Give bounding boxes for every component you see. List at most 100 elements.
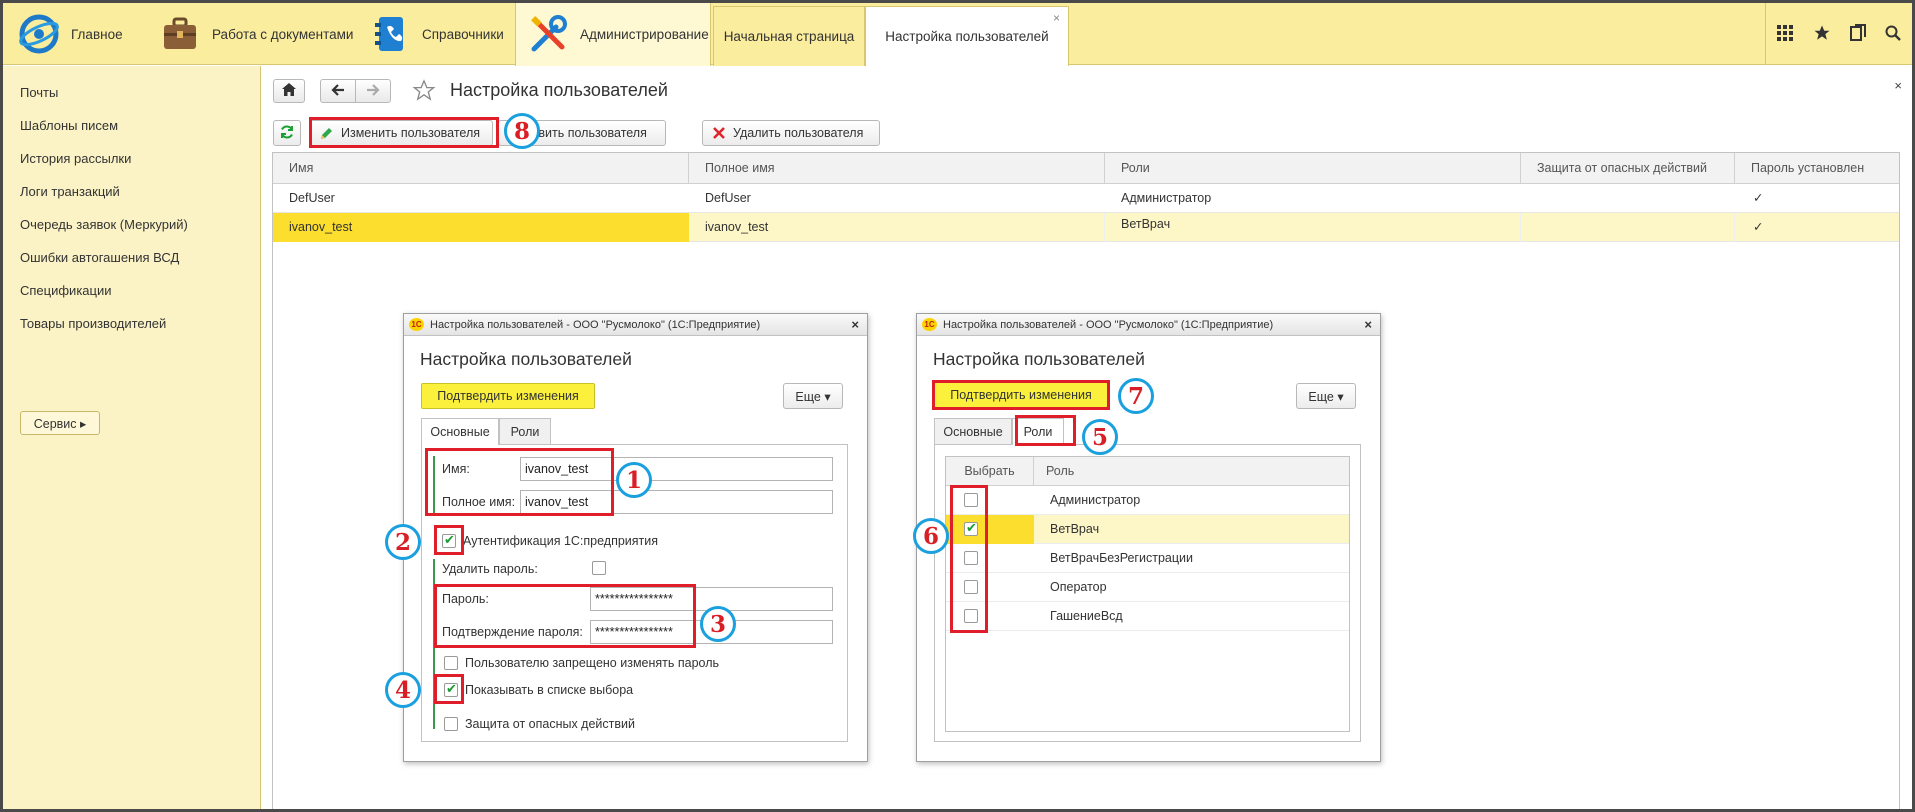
section-main-label: Главное [71,26,123,42]
forward-button[interactable] [355,79,391,103]
history-icon [1850,23,1866,45]
section-references-label: Справочники [422,26,504,42]
column-role[interactable]: Роль [1046,457,1074,486]
delete-cross-icon [713,127,725,139]
section-documents[interactable]: Работа с документами [158,3,353,65]
tab-start-page[interactable]: Начальная страница [713,6,865,66]
tab-close-icon[interactable]: × [1053,11,1060,25]
search-button[interactable] [1874,3,1912,65]
annotation-box-name-fields [425,448,614,516]
role-name: ВетВрачБезРегистрации [1050,551,1193,565]
column-password-set[interactable]: Пароль установлен [1735,153,1901,184]
tab-main[interactable]: Основные [934,418,1012,444]
role-name: ГашениеВсд [1050,609,1123,623]
role-row[interactable]: ВетВрачБезРегистрации [946,544,1349,573]
annotation-box-roles-tab [1015,415,1076,446]
dialog-title: Настройка пользователей [933,349,1145,369]
nav-item-templates[interactable]: Шаблоны писем [20,118,118,133]
column-select[interactable]: Выбрать [946,457,1034,486]
nav-item-mercury-queue[interactable]: Очередь заявок (Меркурий) [20,217,188,232]
tab-main[interactable]: Основные [421,418,499,445]
cell-full-name: ivanov_test [689,213,1105,242]
more-button[interactable]: Еще ▾ [783,383,843,409]
more-button[interactable]: Еще ▾ [1296,383,1356,409]
annotation-badge-8: 8 [504,113,540,149]
role-name: Оператор [1050,580,1107,594]
role-row-selected[interactable]: ВетВрач [946,515,1349,544]
column-protection[interactable]: Защита от опасных действий [1521,153,1735,184]
table-row-selected[interactable]: ivanov_test ivanov_test ВетВрач ✓ [273,213,1899,242]
role-row[interactable]: Администратор [946,486,1349,515]
cell-protection [1521,184,1735,213]
cell-roles: ВетВрач [1105,213,1521,242]
annotation-box-edit-button [309,117,499,148]
cell-full-name: DefUser [705,191,751,205]
table-row[interactable]: DefUser DefUser Администратор ✓ [273,184,1899,213]
delete-user-button[interactable]: Удалить пользователя [702,120,880,146]
tab-roles[interactable]: Роли [499,418,551,444]
section-administration[interactable]: Администрирование [515,3,711,66]
service-menu-button[interactable]: Сервис ▸ [20,411,100,435]
no-change-password-label: Пользователю запрещено изменять пароль [465,656,720,670]
section-references[interactable]: Справочники [368,3,504,65]
dialog-close-icon[interactable]: × [851,317,859,332]
delete-password-checkbox[interactable] [592,561,606,575]
section-main[interactable]: Главное [17,3,123,65]
cell-name: ivanov_test [273,213,689,242]
nav-item-transaction-logs[interactable]: Логи транзакций [20,184,120,199]
refresh-button[interactable] [273,120,301,146]
dialog-titlebar: 1С Настройка пользователей - ООО "Русмол… [917,314,1380,336]
delete-password-label: Удалить пароль: [442,562,538,576]
home-icon [282,83,296,99]
protection-checkbox[interactable] [444,717,458,731]
annotation-box-confirm-button [932,380,1110,410]
user-settings-dialog-main: 1С Настройка пользователей - ООО "Русмол… [403,313,868,762]
annotation-badge-2: 2 [385,524,421,560]
favorites-button[interactable] [1803,3,1841,65]
show-in-list-label: Показывать в списке выбора [465,683,634,697]
annotation-badge-5: 5 [1082,419,1118,455]
favorite-star-icon[interactable] [412,79,436,105]
column-roles[interactable]: Роли [1105,153,1521,184]
apps-grid-button[interactable] [1765,3,1803,65]
confirm-changes-button[interactable]: Подтвердить изменения [421,383,595,409]
1c-logo-icon: 1С [409,318,424,331]
nav-item-mail[interactable]: Почты [20,85,58,100]
back-button[interactable] [320,79,356,103]
no-change-password-checkbox[interactable] [444,656,458,670]
role-name: ВетВрач [1050,522,1100,536]
star-icon [1813,24,1831,45]
nav-item-specifications[interactable]: Спецификации [20,283,112,298]
dialog-close-icon[interactable]: × [1364,317,1372,332]
dialog-title: Настройка пользователей [420,349,632,369]
delete-user-label: Удалить пользователя [733,126,864,140]
left-navigation: Почты Шаблоны писем История рассылки Лог… [3,66,261,809]
annotation-badge-4: 4 [385,672,421,708]
page-close-icon[interactable]: × [1894,78,1902,93]
nav-item-producer-goods[interactable]: Товары производителей [20,316,166,331]
annotation-box-role-checkboxes [950,485,988,633]
nav-item-vsd-errors[interactable]: Ошибки автогашения ВСД [20,250,179,265]
top-section-bar: Главное Работа с документами Справочники… [3,3,1912,66]
role-row[interactable]: ГашениеВсд [946,602,1349,631]
role-row[interactable]: Оператор [946,573,1349,602]
arrow-right-icon [366,83,380,99]
history-button[interactable] [1839,3,1877,65]
tools-icon [526,13,570,57]
annotation-box-password-fields [434,584,696,648]
tab-user-settings[interactable]: Настройка пользователей × [865,6,1069,66]
home-button[interactable] [273,79,305,103]
address-book-icon [368,12,412,56]
roles-table-header: Выбрать Роль [946,457,1349,486]
protection-label: Защита от опасных действий [465,717,635,731]
column-name[interactable]: Имя [273,153,689,184]
section-administration-label: Администрирование [580,27,709,42]
arrow-left-icon [331,83,345,99]
column-full-name[interactable]: Полное имя [689,153,1105,184]
users-table-header: Имя Полное имя Роли Защита от опасных де… [273,153,1899,184]
cell-protection [1521,213,1735,242]
cell-roles: Администратор [1121,191,1212,205]
annotation-box-auth-checkbox [434,525,464,555]
dialog-window-title: Настройка пользователей - ООО "Русмолоко… [430,318,761,331]
nav-item-mailing-history[interactable]: История рассылки [20,151,131,166]
